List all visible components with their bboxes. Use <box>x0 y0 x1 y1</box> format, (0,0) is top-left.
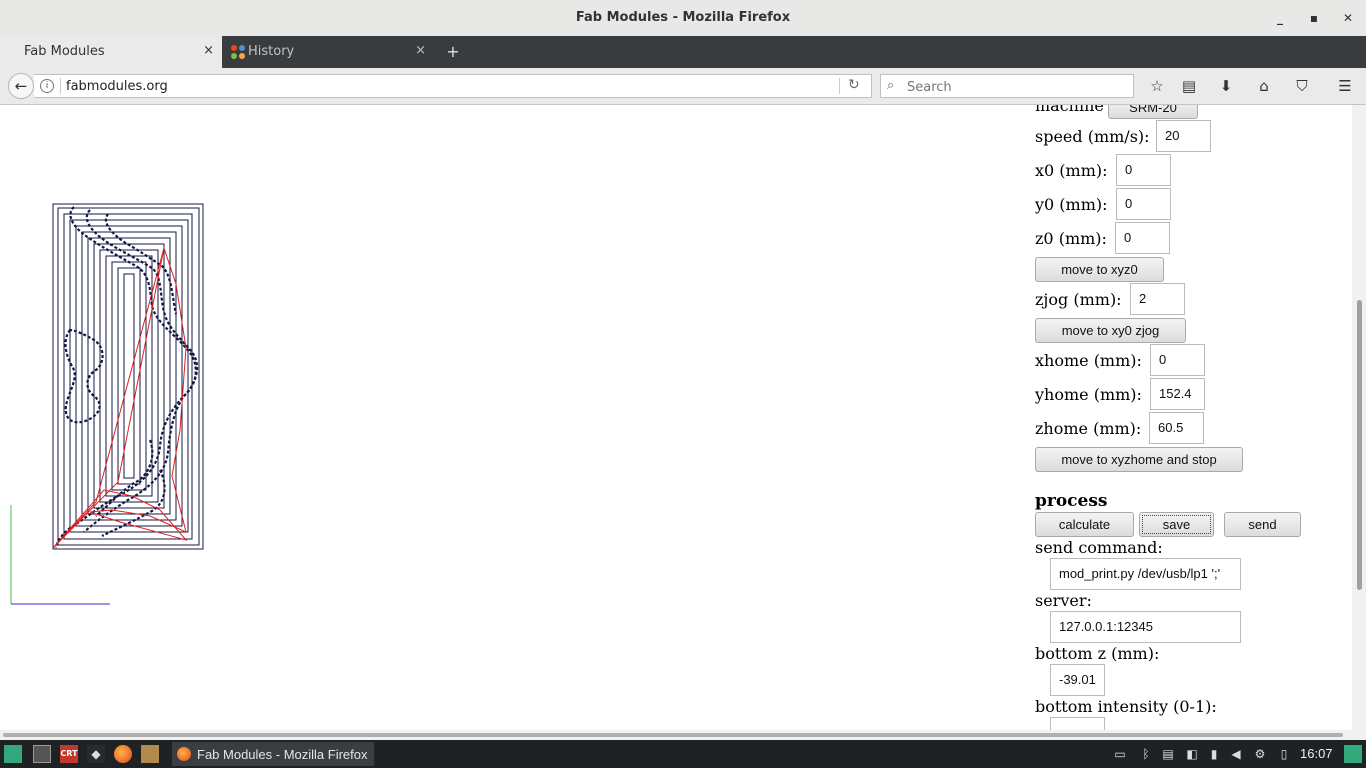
page-content: machine SRM-20 speed (mm/s): 20 x0 (mm):… <box>0 105 1352 730</box>
tab-fab-modules[interactable]: Fab Modules × <box>0 36 222 68</box>
home-icon[interactable]: ⌂ <box>1253 76 1275 96</box>
toolpath-preview[interactable] <box>0 105 230 625</box>
bottom-z-label: bottom z (mm): <box>1035 644 1160 663</box>
joomla-favicon-icon <box>231 45 245 59</box>
move-to-xy0-zjog-button[interactable]: move to xy0 zjog <box>1035 318 1186 343</box>
save-button[interactable]: save <box>1139 512 1214 537</box>
x0-label: x0 (mm): <box>1035 161 1108 180</box>
search-input[interactable] <box>905 77 1129 97</box>
zjog-input[interactable]: 2 <box>1130 283 1185 315</box>
zjog-label: zjog (mm): <box>1035 290 1122 309</box>
url-bar[interactable]: i fabmodules.org ↻ <box>34 74 872 98</box>
machine-label: machine <box>1035 105 1104 115</box>
reload-icon[interactable]: ↻ <box>848 77 860 93</box>
tab-close-icon[interactable]: × <box>203 43 214 58</box>
search-bar[interactable]: ⌕ <box>880 74 1134 98</box>
send-button[interactable]: send <box>1224 512 1301 537</box>
settings-icon[interactable]: ⚙ <box>1252 745 1268 763</box>
tab-close-icon[interactable]: × <box>415 43 426 58</box>
reading-list-icon[interactable]: ▤ <box>1178 76 1200 96</box>
downloads-icon[interactable]: ⬇ <box>1215 76 1237 96</box>
taskbar-firefox-window[interactable]: Fab Modules - Mozilla Firefox <box>172 742 374 766</box>
zhome-label: zhome (mm): <box>1035 419 1142 438</box>
bluetooth-icon[interactable]: ᛒ <box>1138 745 1154 763</box>
scrollbar-thumb[interactable] <box>1357 300 1362 590</box>
send-command-label: send command: <box>1035 538 1163 557</box>
vpn-icon[interactable]: ◧ <box>1184 745 1200 763</box>
tab-label: Fab Modules <box>24 44 105 59</box>
yhome-label: yhome (mm): <box>1035 385 1142 404</box>
site-info-icon[interactable]: i <box>40 79 54 93</box>
speed-input[interactable]: 20 <box>1156 120 1211 152</box>
bookmark-star-icon[interactable]: ☆ <box>1146 76 1168 96</box>
launcher-icon[interactable]: ◆ <box>87 745 105 763</box>
bottom-intensity-label: bottom intensity (0-1): <box>1035 697 1217 716</box>
volume-icon[interactable]: ◀ <box>1228 745 1244 763</box>
firefox-icon <box>177 747 191 761</box>
send-command-input[interactable]: mod_print.py /dev/usb/lp1 ';' <box>1050 558 1241 590</box>
z0-label: z0 (mm): <box>1035 229 1107 248</box>
crt-icon[interactable]: CRT <box>60 745 78 763</box>
new-tab-icon[interactable]: + <box>443 42 463 62</box>
bottom-intensity-input[interactable] <box>1050 717 1105 730</box>
app-menu-icon[interactable] <box>4 745 22 763</box>
machine-select[interactable]: SRM-20 <box>1108 105 1198 119</box>
logout-icon[interactable] <box>1344 745 1362 763</box>
back-icon[interactable]: ← <box>8 73 34 99</box>
xhome-input[interactable]: 0 <box>1150 344 1205 376</box>
firefox-icon[interactable] <box>114 745 132 763</box>
yhome-input[interactable]: 152.4 <box>1150 378 1205 410</box>
tool-icon[interactable] <box>141 745 159 763</box>
window-titlebar: Fab Modules - Mozilla Firefox <box>0 0 1366 36</box>
calculate-button[interactable]: calculate <box>1035 512 1134 537</box>
menu-icon[interactable]: ☰ <box>1334 76 1356 96</box>
bottom-z-input[interactable]: -39.01 <box>1050 664 1105 696</box>
tab-label: History <box>248 44 295 59</box>
folder-icon[interactable]: ▭ <box>1112 745 1128 763</box>
maximize-icon[interactable]: ▪ <box>1304 8 1324 28</box>
url-text[interactable]: fabmodules.org <box>66 79 168 94</box>
clipboard-icon[interactable]: ▤ <box>1160 745 1176 763</box>
terminal-icon[interactable] <box>33 745 51 763</box>
task-label: Fab Modules - Mozilla Firefox <box>197 747 368 762</box>
speed-label: speed (mm/s): <box>1035 127 1150 146</box>
server-input[interactable]: 127.0.0.1:12345 <box>1050 611 1241 643</box>
server-label: server: <box>1035 591 1092 610</box>
window-title: Fab Modules - Mozilla Firefox <box>575 10 791 25</box>
battery-icon[interactable]: ▯ <box>1276 745 1292 763</box>
divider <box>839 78 840 94</box>
y0-input[interactable]: 0 <box>1116 188 1171 220</box>
y0-label: y0 (mm): <box>1035 195 1108 214</box>
z0-input[interactable]: 0 <box>1115 222 1170 254</box>
process-heading: process <box>1035 491 1108 511</box>
vertical-scrollbar[interactable] <box>1352 105 1366 730</box>
clock: 16:07 <box>1300 746 1333 761</box>
xhome-label: xhome (mm): <box>1035 351 1142 370</box>
divider <box>60 78 61 94</box>
move-to-xyzhome-button[interactable]: move to xyzhome and stop <box>1035 447 1243 472</box>
horizontal-scrollbar[interactable] <box>0 730 1366 740</box>
scrollbar-thumb[interactable] <box>3 733 1343 737</box>
zhome-input[interactable]: 60.5 <box>1149 412 1204 444</box>
move-to-xyz0-button[interactable]: move to xyz0 <box>1035 257 1164 282</box>
close-window-icon[interactable]: ✕ <box>1338 8 1358 28</box>
tab-history[interactable]: History × <box>224 36 434 68</box>
minimize-icon[interactable]: _ <box>1270 8 1290 28</box>
network-icon[interactable]: ▮ <box>1206 745 1222 763</box>
x0-input[interactable]: 0 <box>1116 154 1171 186</box>
pocket-icon[interactable]: ⛉ <box>1291 76 1313 96</box>
search-icon: ⌕ <box>887 78 895 93</box>
